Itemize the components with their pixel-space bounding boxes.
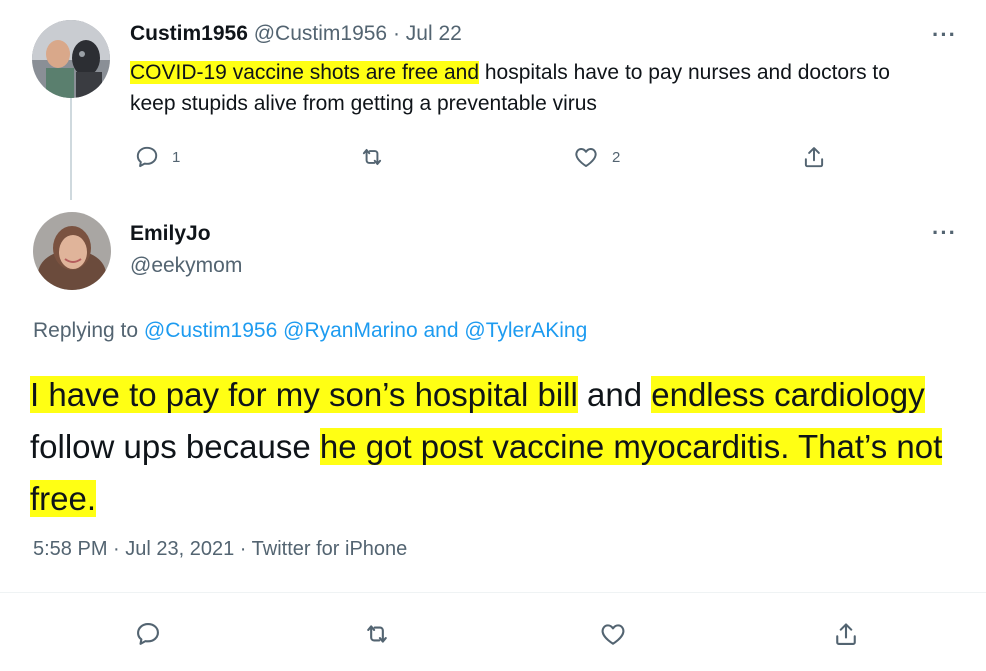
like-icon: [575, 148, 597, 167]
tweet2-meta-separator: ·: [239, 538, 247, 560]
tweet1-text: COVID-19 vaccine shots are free and hosp…: [130, 57, 930, 119]
reply-icon: [136, 146, 158, 168]
tweet1-separator: ·: [392, 22, 400, 45]
mention-custim1956[interactable]: @Custim1956: [144, 319, 277, 342]
tweet1-share-button[interactable]: [801, 144, 827, 170]
tweet2-more-icon[interactable]: ···: [932, 222, 957, 244]
avatar-custim1956[interactable]: [32, 20, 110, 98]
avatar-image: [33, 212, 111, 290]
tweet1-date[interactable]: Jul 22: [406, 22, 462, 45]
avatar-image: [32, 20, 110, 98]
tweet1-retweet-button[interactable]: [358, 144, 386, 170]
tweet2-source[interactable]: Twitter for iPhone: [252, 538, 408, 560]
tweet1-handle[interactable]: @Custim1956: [254, 22, 387, 45]
share-icon: [836, 623, 856, 645]
replying-to-label: Replying to: [33, 319, 139, 342]
tweet1-more-icon[interactable]: ···: [932, 24, 957, 46]
tweet2-text-seg2: and: [577, 376, 652, 413]
tweet1-like-button[interactable]: 2: [572, 144, 620, 170]
thread-connector-line: [70, 98, 72, 200]
tweet2-retweet-button[interactable]: [362, 620, 392, 648]
tweet2-reply-button[interactable]: [134, 620, 162, 648]
tweet2-text-seg1: I have to pay for my son’s hospital bill: [30, 376, 578, 413]
mention-tyleraking[interactable]: @TylerAKing: [464, 319, 587, 342]
reply-icon: [137, 623, 159, 645]
avatar-emilyjo[interactable]: [33, 212, 111, 290]
tweet1-reply-button[interactable]: 1: [134, 144, 180, 170]
mention-and[interactable]: and: [424, 319, 459, 342]
tweet1-like-count: 2: [612, 148, 621, 166]
replying-to-line: Replying to @Custim1956 @RyanMarino and …: [33, 319, 587, 343]
tweet1-display-name[interactable]: Custim1956: [130, 22, 248, 45]
tweet2-text: I have to pay for my son’s hospital bill…: [30, 369, 960, 525]
retweet-icon: [362, 148, 382, 166]
tweet2-text-seg4: follow ups because: [30, 428, 320, 465]
mention-ryanmarino[interactable]: @RyanMarino: [283, 319, 418, 342]
tweet1-header: Custim1956 @Custim1956 · Jul 22: [130, 22, 462, 46]
retweet-icon: [367, 625, 387, 643]
tweet2-handle[interactable]: @eekymom: [130, 254, 242, 278]
tweet2-meta: 5:58 PM · Jul 23, 2021 · Twitter for iPh…: [33, 538, 407, 561]
share-icon: [804, 147, 824, 168]
tweet2-share-button[interactable]: [832, 620, 860, 648]
tweet1-reply-count: 1: [172, 148, 181, 166]
tweet1-text-highlighted: COVID-19 vaccine shots are free and: [130, 61, 480, 84]
divider-top: [0, 592, 986, 593]
tweet2-text-seg3: endless cardiology: [651, 376, 925, 413]
like-icon: [601, 624, 625, 645]
tweet2-display-name[interactable]: EmilyJo: [130, 222, 211, 246]
tweet2-timestamp[interactable]: 5:58 PM · Jul 23, 2021: [33, 538, 234, 560]
tweet2-like-button[interactable]: [598, 620, 628, 648]
